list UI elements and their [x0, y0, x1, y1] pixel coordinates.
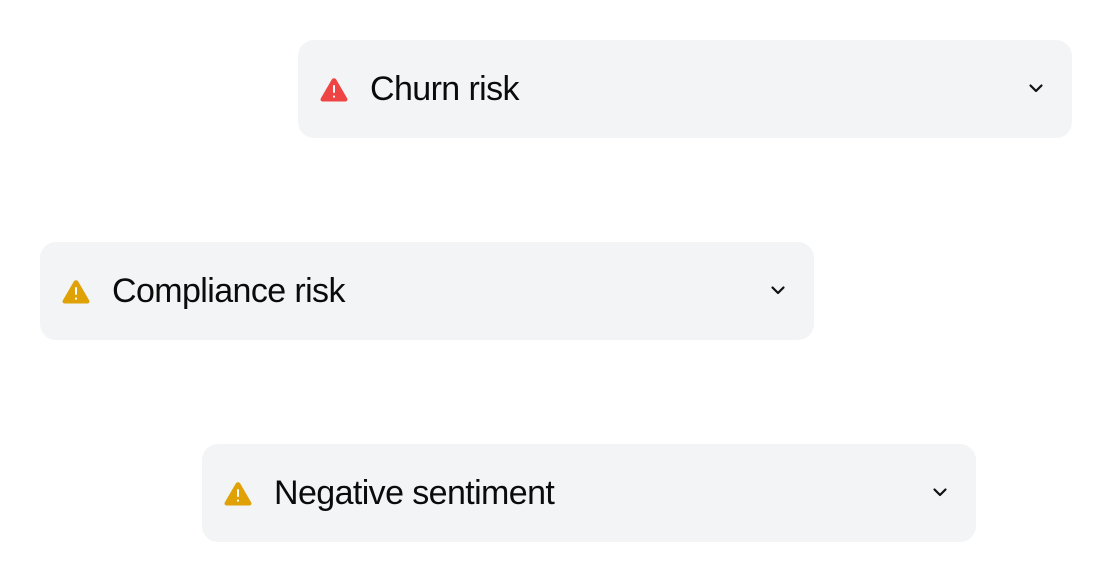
- warning-triangle-icon: [223, 480, 253, 506]
- warning-triangle-icon: [61, 278, 91, 304]
- alert-label: Negative sentiment: [274, 474, 555, 512]
- alert-label: Compliance risk: [112, 272, 345, 310]
- alert-compliance-risk[interactable]: Compliance risk: [40, 242, 814, 340]
- chevron-down-icon[interactable]: [1028, 82, 1044, 94]
- warning-triangle-icon: [319, 76, 349, 102]
- alert-negative-sentiment[interactable]: Negative sentiment: [202, 444, 976, 542]
- alert-churn-risk[interactable]: Churn risk: [298, 40, 1072, 138]
- chevron-down-icon[interactable]: [932, 486, 948, 498]
- chevron-down-icon[interactable]: [770, 284, 786, 296]
- alert-label: Churn risk: [370, 70, 520, 108]
